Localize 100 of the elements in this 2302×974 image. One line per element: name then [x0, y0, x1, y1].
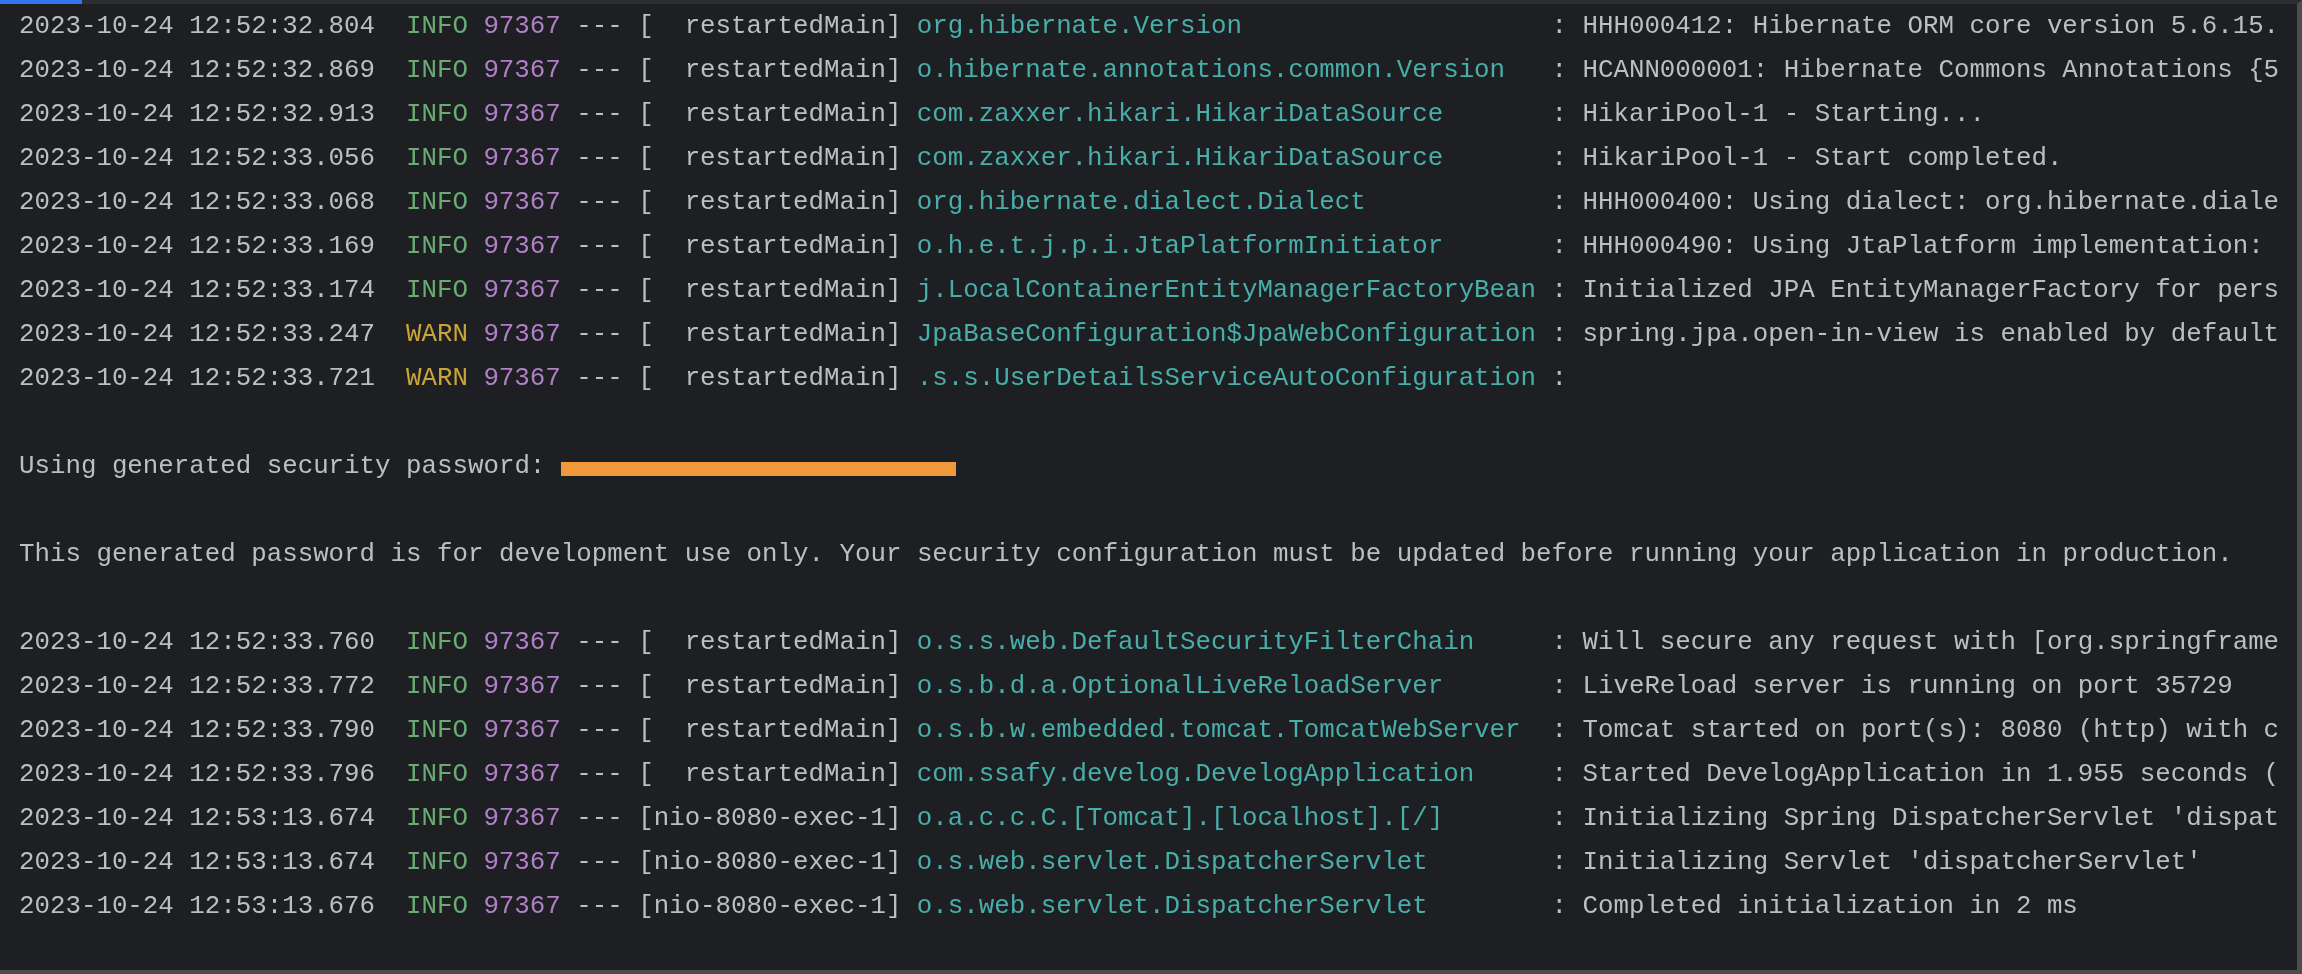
log-level: INFO	[405, 715, 468, 747]
log-message: : Tomcat started on port(s): 8080 (http) with c	[1551, 715, 2280, 747]
log-level: INFO	[405, 275, 468, 307]
logger-name: com.zaxxer.hikari.HikariDataSource	[916, 143, 1445, 175]
separator-text: ---	[576, 143, 623, 175]
process-id: 97367	[483, 671, 561, 703]
process-id: 97367	[483, 319, 561, 351]
process-id: 97367	[483, 187, 561, 219]
logger-name: o.h.e.t.j.p.i.JtaPlatformInitiator	[916, 231, 1445, 263]
log-level: INFO	[405, 891, 468, 923]
log-level: INFO	[405, 803, 468, 835]
separator-text: ---	[576, 11, 623, 43]
timestamp: 2023-10-24 12:53:13.674	[19, 803, 376, 835]
process-id: 97367	[483, 803, 561, 835]
separator-text: ---	[576, 759, 623, 791]
process-id: 97367	[483, 55, 561, 87]
separator-text: ---	[576, 847, 623, 879]
thread-name: [nio-8080-exec-1]	[638, 803, 902, 835]
logger-name: com.zaxxer.hikari.HikariDataSource	[916, 99, 1445, 131]
log-message: : Started DevelogApplication in 1.955 seconds (	[1551, 759, 2280, 791]
log-message: : Initializing Servlet 'dispatcherServlet'	[1551, 847, 2202, 879]
thread-name: [ restartedMain]	[638, 671, 902, 703]
separator-text: ---	[576, 99, 623, 131]
log-message: : HikariPool-1 - Starting...	[1551, 99, 1985, 131]
process-id: 97367	[483, 11, 561, 43]
logger-name: j.LocalContainerEntityManagerFactoryBean	[916, 275, 1537, 307]
log-level: INFO	[405, 187, 468, 219]
log-level: INFO	[405, 759, 468, 791]
log-level: INFO	[405, 55, 468, 87]
timestamp: 2023-10-24 12:52:32.913	[19, 99, 376, 131]
log-message: : Initialized JPA EntityManagerFactory for pers	[1551, 275, 2280, 307]
process-id: 97367	[483, 231, 561, 263]
process-id: 97367	[483, 891, 561, 923]
log-message: : Initializing Spring DispatcherServlet 'dispat	[1551, 803, 2280, 835]
separator-text: ---	[576, 627, 623, 659]
logger-name: org.hibernate.dialect.Dialect	[916, 187, 1367, 219]
timestamp: 2023-10-24 12:52:32.869	[19, 55, 376, 87]
separator-text: ---	[576, 803, 623, 835]
timestamp: 2023-10-24 12:52:32.804	[19, 11, 376, 43]
thread-name: [ restartedMain]	[638, 363, 902, 395]
timestamp: 2023-10-24 12:52:33.247	[19, 319, 376, 351]
separator-text: ---	[576, 363, 623, 395]
thread-name: [ restartedMain]	[638, 275, 902, 307]
log-message: : HHH000490: Using JtaPlatform implementation:	[1551, 231, 2264, 263]
thread-name: [ restartedMain]	[638, 319, 902, 351]
log-message: : Completed initialization in 2 ms	[1551, 891, 2078, 923]
timestamp: 2023-10-24 12:52:33.721	[19, 363, 376, 395]
timestamp: 2023-10-24 12:52:33.760	[19, 627, 376, 659]
timestamp: 2023-10-24 12:53:13.676	[19, 891, 376, 923]
thread-name: [ restartedMain]	[638, 55, 902, 87]
log-level: INFO	[405, 627, 468, 659]
log-message: : HHH000412: Hibernate ORM core version 5.6.15.	[1551, 11, 2280, 43]
log-message: : LiveReload server is running on port 35729	[1551, 671, 2233, 703]
thread-name: [ restartedMain]	[638, 187, 902, 219]
thread-name: [nio-8080-exec-1]	[638, 891, 902, 923]
separator-text: ---	[576, 319, 623, 351]
separator-text: ---	[576, 275, 623, 307]
logger-name: o.a.c.c.C.[Tomcat].[localhost].[/]	[916, 803, 1445, 835]
thread-name: [ restartedMain]	[638, 759, 902, 791]
log-level: INFO	[405, 231, 468, 263]
separator-text: ---	[576, 187, 623, 219]
process-id: 97367	[483, 99, 561, 131]
log-level: INFO	[405, 847, 468, 879]
timestamp: 2023-10-24 12:52:33.174	[19, 275, 376, 307]
separator-text: ---	[576, 231, 623, 263]
logger-name: o.s.b.d.a.OptionalLiveReloadServer	[916, 671, 1445, 703]
thread-name: [nio-8080-exec-1]	[638, 847, 902, 879]
timestamp: 2023-10-24 12:52:33.772	[19, 671, 376, 703]
console-text: Using generated security password:	[19, 451, 546, 483]
timestamp: 2023-10-24 12:52:33.169	[19, 231, 376, 263]
log-level: WARN	[405, 319, 468, 351]
thread-name: [ restartedMain]	[638, 231, 902, 263]
separator-text: ---	[576, 55, 623, 87]
thread-name: [ restartedMain]	[638, 715, 902, 747]
thread-name: [ restartedMain]	[638, 11, 902, 43]
log-level: WARN	[405, 363, 468, 395]
log-message: : Will secure any request with [org.springframe	[1551, 627, 2280, 659]
process-id: 97367	[483, 847, 561, 879]
process-id: 97367	[483, 275, 561, 307]
thread-name: [ restartedMain]	[638, 99, 902, 131]
log-level: INFO	[405, 143, 468, 175]
logger-name: o.s.s.web.DefaultSecurityFilterChain	[916, 627, 1476, 659]
timestamp: 2023-10-24 12:52:33.796	[19, 759, 376, 791]
timestamp: 2023-10-24 12:53:13.674	[19, 847, 376, 879]
thread-name: [ restartedMain]	[638, 143, 902, 175]
logger-name: .s.s.UserDetailsServiceAutoConfiguration	[916, 363, 1537, 395]
separator-text: ---	[576, 715, 623, 747]
log-level: INFO	[405, 11, 468, 43]
logger-name: o.hibernate.annotations.common.Version	[916, 55, 1507, 87]
separator-text: ---	[576, 671, 623, 703]
logger-name: com.ssafy.develog.DevelogApplication	[916, 759, 1476, 791]
thread-name: [ restartedMain]	[638, 627, 902, 659]
log-message: :	[1551, 363, 1567, 395]
timestamp: 2023-10-24 12:52:33.056	[19, 143, 376, 175]
process-id: 97367	[483, 143, 561, 175]
log-level: INFO	[405, 671, 468, 703]
process-id: 97367	[483, 715, 561, 747]
log-message: : spring.jpa.open-in-view is enabled by default	[1551, 319, 2280, 351]
separator-text: ---	[576, 891, 623, 923]
logger-name: org.hibernate.Version	[916, 11, 1243, 43]
